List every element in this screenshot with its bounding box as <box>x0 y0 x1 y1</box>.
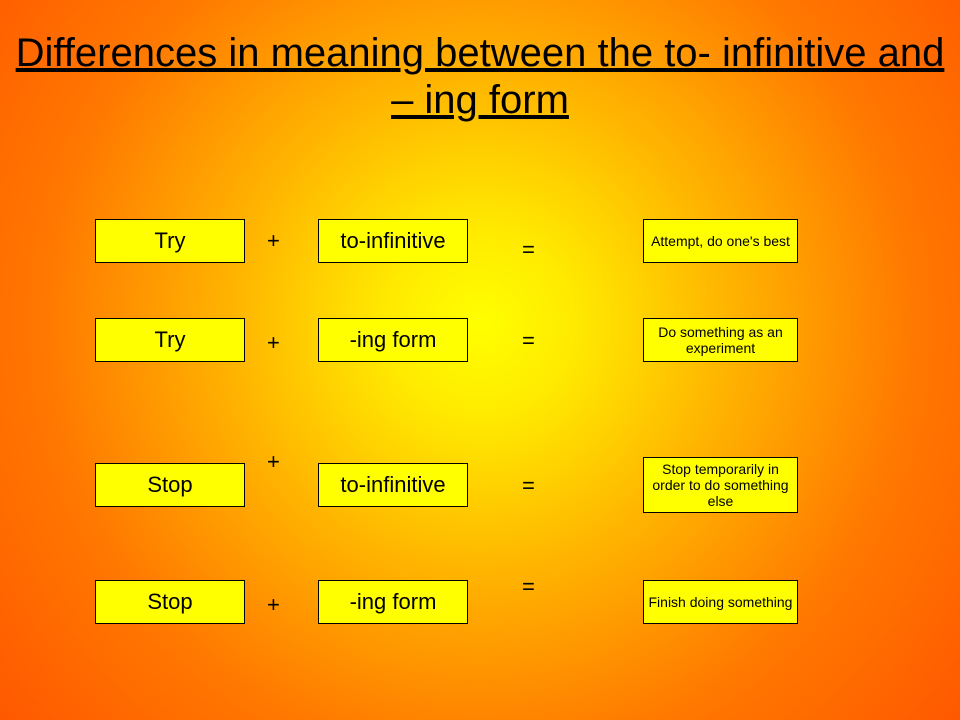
meaning-box: Stop temporarily in order to do somethin… <box>643 457 798 513</box>
plus-symbol: + <box>267 592 280 618</box>
form-box: to-infinitive <box>318 219 468 263</box>
form-box: -ing form <box>318 580 468 624</box>
slide: Differences in meaning between the to- i… <box>0 0 960 720</box>
form-box: to-infinitive <box>318 463 468 507</box>
verb-box: Stop <box>95 580 245 624</box>
verb-box: Stop <box>95 463 245 507</box>
form-box: -ing form <box>318 318 468 362</box>
meaning-box: Finish doing something <box>643 580 798 624</box>
plus-symbol: + <box>267 330 280 356</box>
equals-symbol: = <box>522 574 535 600</box>
meaning-box: Attempt, do one's best <box>643 219 798 263</box>
equals-symbol: = <box>522 328 535 354</box>
equals-symbol: = <box>522 473 535 499</box>
plus-symbol: + <box>267 228 280 254</box>
equals-symbol: = <box>522 237 535 263</box>
meaning-box: Do something as an experiment <box>643 318 798 362</box>
plus-symbol: + <box>267 449 280 475</box>
slide-title: Differences in meaning between the to- i… <box>0 30 960 124</box>
verb-box: Try <box>95 318 245 362</box>
verb-box: Try <box>95 219 245 263</box>
